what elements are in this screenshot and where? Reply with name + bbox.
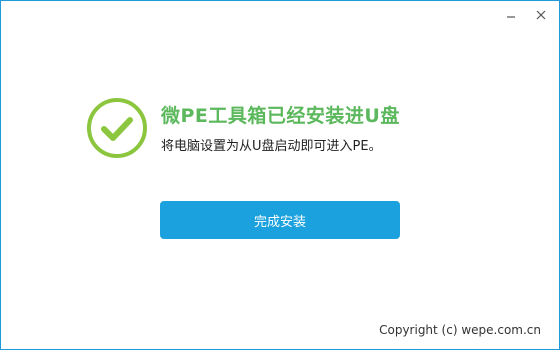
result-texts: 微PE工具箱已经安装进U盘 将电脑设置为从U盘启动即可进入PE。: [161, 103, 400, 154]
result-panel: 微PE工具箱已经安装进U盘 将电脑设置为从U盘启动即可进入PE。: [85, 96, 400, 160]
result-message: 将电脑设置为从U盘启动即可进入PE。: [161, 138, 382, 154]
checkmark-circle-icon: [85, 96, 149, 160]
close-icon[interactable]: [533, 7, 549, 23]
copyright-text: Copyright (c) wepe.com.cn: [379, 323, 541, 337]
window-controls: [503, 7, 549, 23]
minimize-icon[interactable]: [503, 7, 519, 23]
finish-install-button[interactable]: 完成安装: [160, 201, 400, 239]
installer-window: 微PE工具箱已经安装进U盘 将电脑设置为从U盘启动即可进入PE。 完成安装 Co…: [0, 0, 560, 350]
result-title: 微PE工具箱已经安装进U盘: [161, 104, 400, 127]
